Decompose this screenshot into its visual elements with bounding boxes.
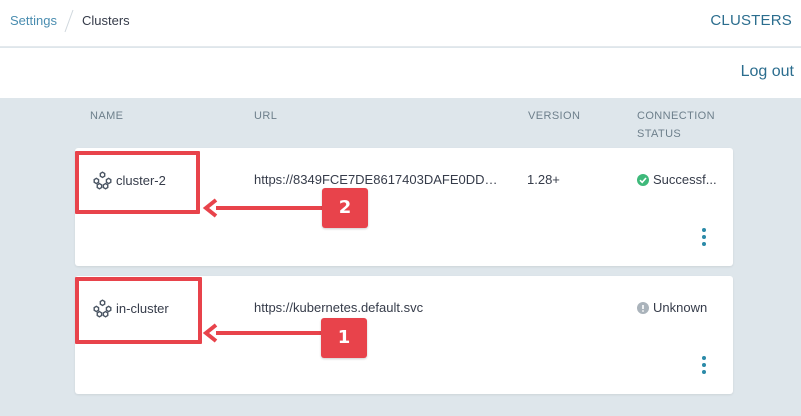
info-circle-icon	[637, 301, 649, 314]
more-vertical-icon[interactable]	[700, 356, 708, 374]
column-header-connection-status: CONNECTION STATUS	[637, 107, 715, 143]
breadcrumb-separator	[64, 9, 74, 33]
arrow-icon	[202, 323, 324, 343]
column-header-name: NAME	[90, 110, 124, 122]
breadcrumb-settings-link[interactable]: Settings	[10, 13, 57, 28]
highlight-box-in-cluster	[75, 277, 202, 344]
arrow-icon	[202, 198, 324, 218]
column-header-status-line2: STATUS	[637, 128, 682, 140]
breadcrumb-current: Clusters	[82, 13, 130, 28]
connection-status-text: Unknown	[653, 300, 708, 315]
action-bar: Log out	[0, 48, 801, 98]
cluster-url: https://8349FCE7DE8617403DAFE0DDD...	[254, 172, 498, 187]
logout-button[interactable]: Log out	[741, 63, 794, 81]
annotation-badge-1: 1	[321, 318, 367, 358]
check-circle-icon	[637, 173, 649, 186]
annotation-badge-2: 2	[322, 188, 368, 228]
cluster-version: 1.28+	[527, 172, 560, 187]
column-header-version: VERSION	[528, 110, 581, 122]
column-header-status-line1: CONNECTION	[637, 110, 715, 122]
page-title: CLUSTERS	[710, 12, 792, 29]
connection-status: Successf...	[637, 172, 719, 187]
top-bar: Settings Clusters CLUSTERS	[0, 0, 801, 47]
more-vertical-icon[interactable]	[700, 228, 708, 246]
connection-status: Unknown	[637, 300, 719, 315]
cluster-url: https://kubernetes.default.svc	[254, 300, 424, 315]
highlight-box-cluster-2	[75, 151, 200, 214]
column-header-url: URL	[254, 110, 278, 122]
connection-status-text: Successf...	[653, 172, 717, 187]
